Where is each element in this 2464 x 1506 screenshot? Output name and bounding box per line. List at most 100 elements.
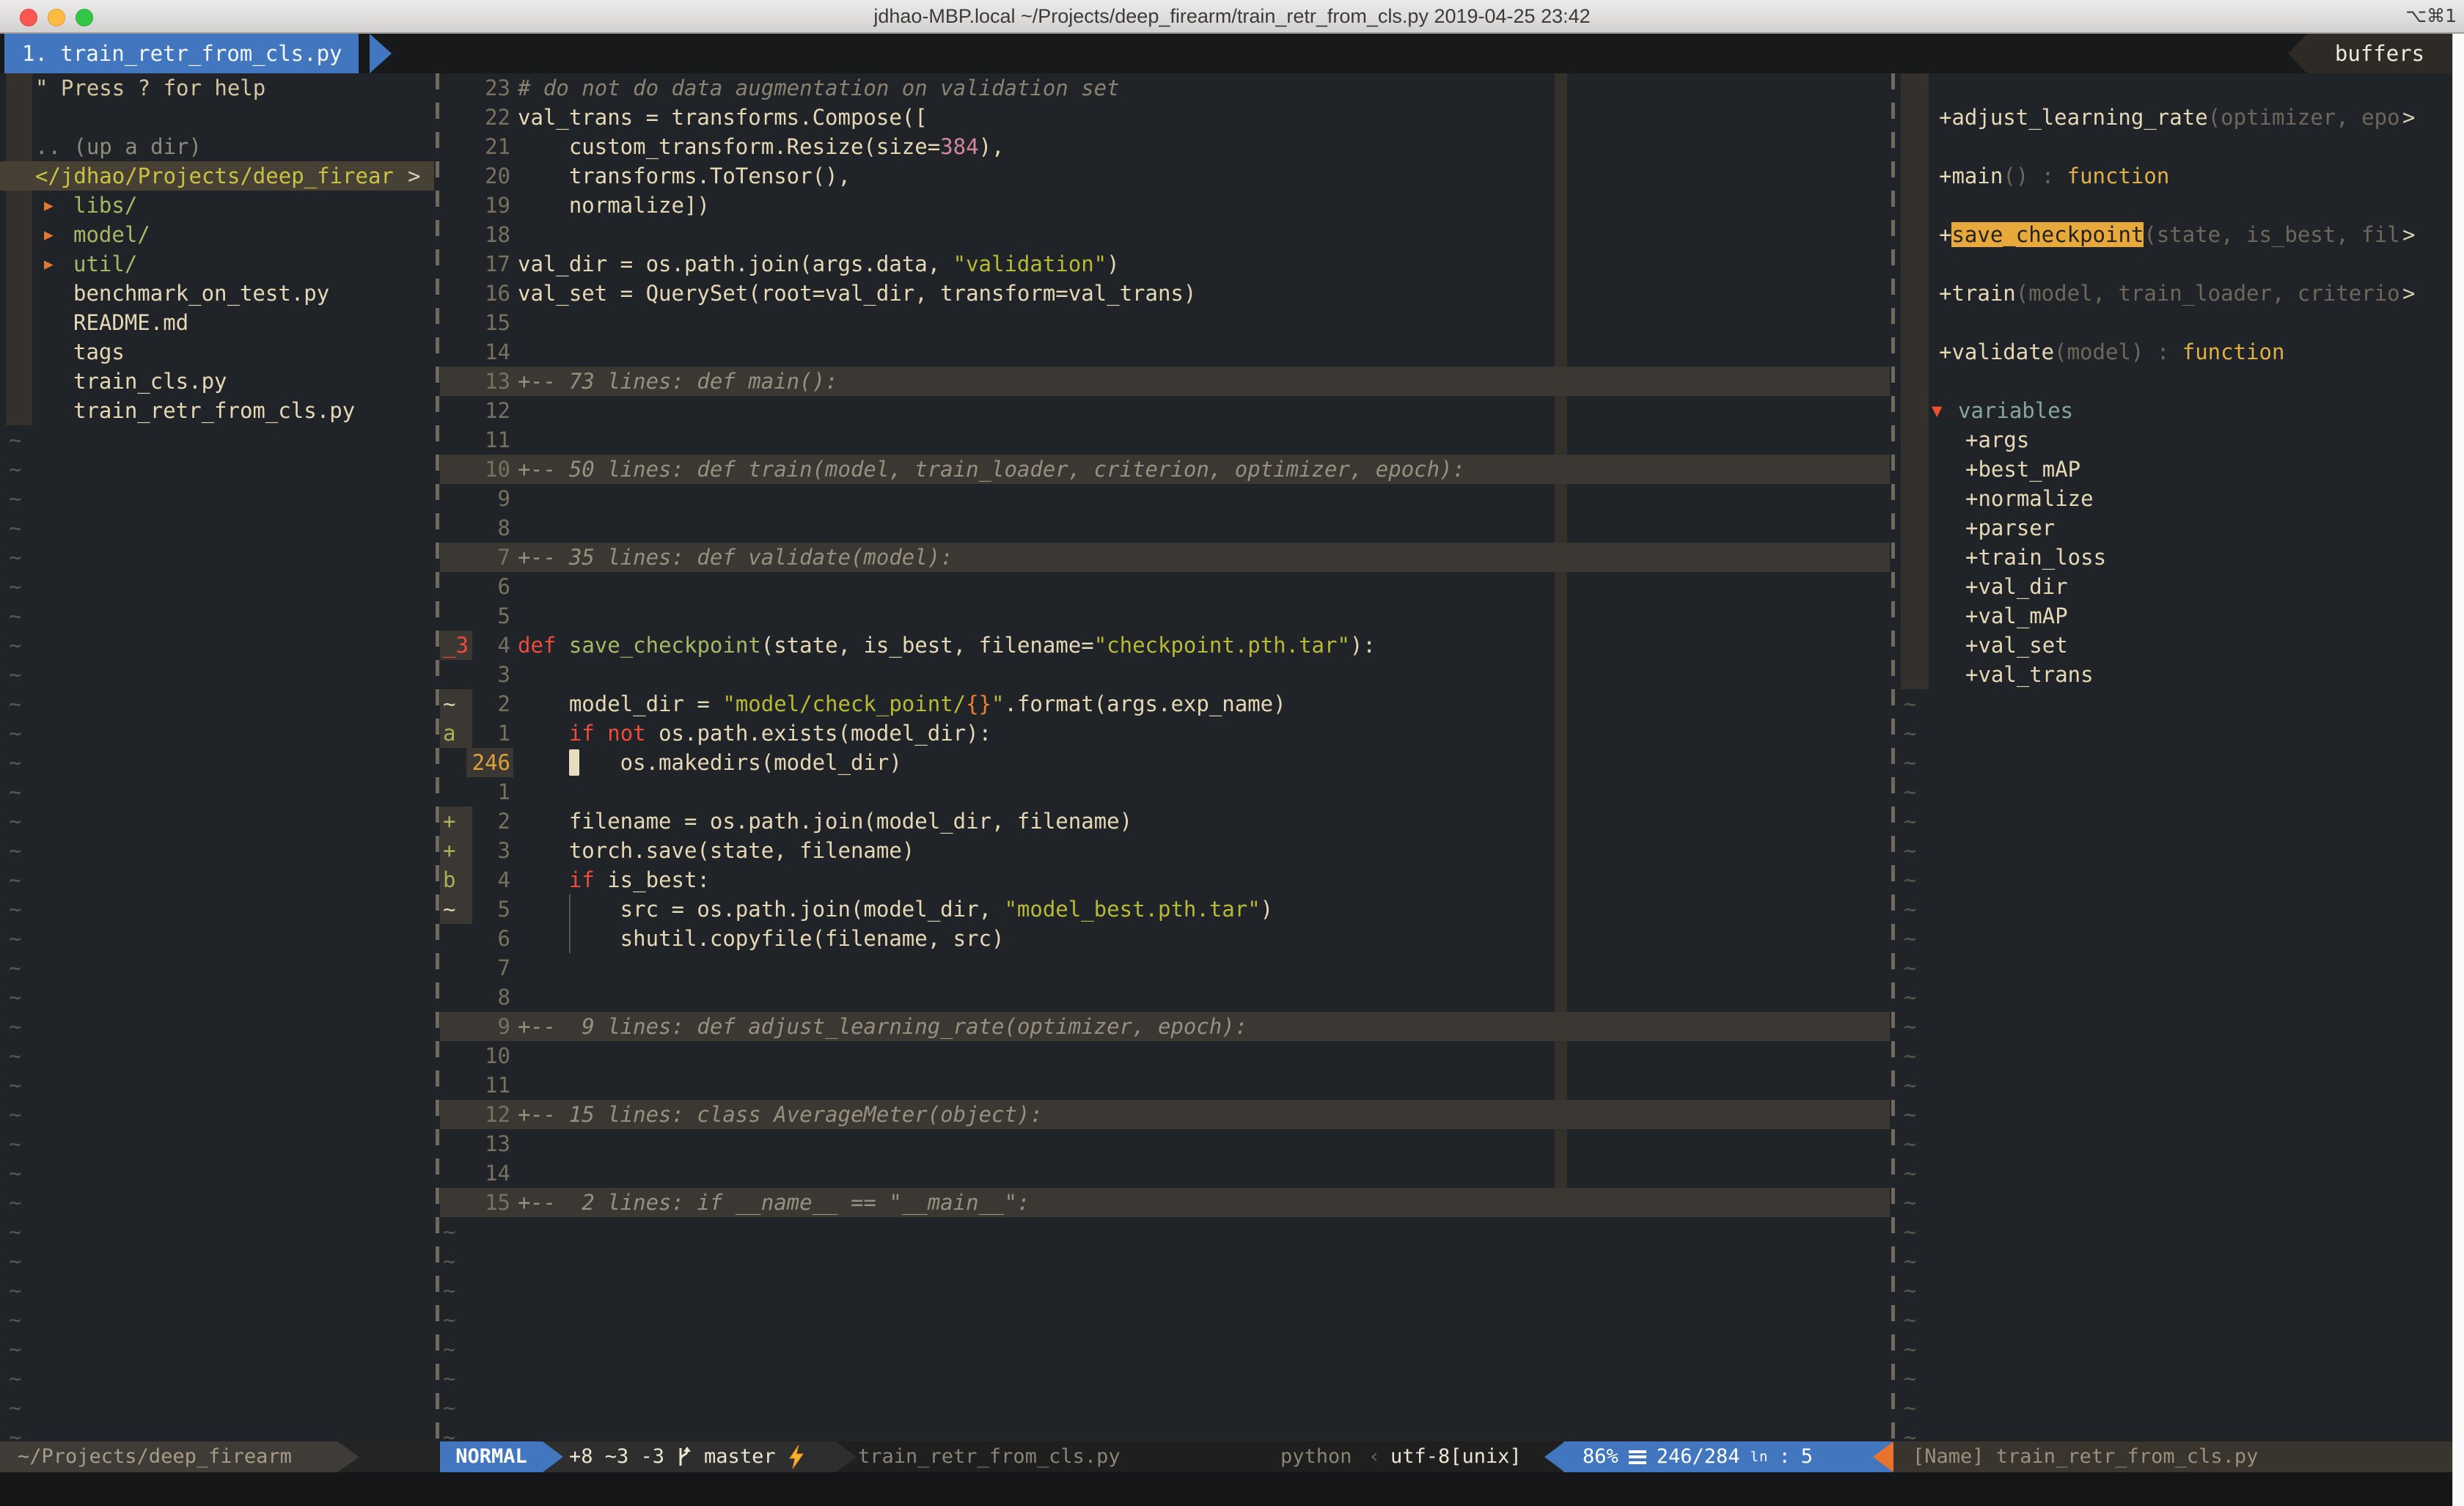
code-line[interactable]: 13 <box>440 1129 1890 1158</box>
code-line[interactable]: a1 if not os.path.exists(model_dir): <box>440 719 1890 748</box>
tagbar-empty-line: ~ <box>1896 895 2452 924</box>
folded-code-line[interactable]: 13+-- 73 lines: def main(): <box>440 367 1890 396</box>
code-line[interactable]: 22val_trans = transforms.Compose([ <box>440 103 1890 132</box>
code-line[interactable]: 23# do not do data augmentation on valid… <box>440 73 1890 103</box>
line-number-glyph: ln <box>1750 1441 1769 1472</box>
truncation-arrow-icon: > <box>2402 220 2415 249</box>
nerdtree-item-benchmark-on-test-py[interactable]: benchmark_on_test.py <box>0 279 434 308</box>
code-line[interactable]: ~2 model_dir = "model/check_point/{}".fo… <box>440 689 1890 719</box>
tab-train-retr-from-cls[interactable]: 1. train_retr_from_cls.py <box>4 34 359 73</box>
fold-open-triangle-icon[interactable]: ▼ <box>1932 396 1942 425</box>
code-line[interactable]: 1 <box>440 777 1890 807</box>
code-line[interactable]: 6 <box>440 572 1890 601</box>
terminal-scrollbar[interactable] <box>2452 34 2464 1506</box>
tag-kind: function <box>2182 339 2285 364</box>
syntax-token: torch.save(state, filename) <box>518 838 914 863</box>
code-line[interactable]: 21 custom_transform.Resize(size=384), <box>440 132 1890 161</box>
folded-code-line[interactable]: 9+-- 9 lines: def adjust_learning_rate(o… <box>440 1012 1890 1041</box>
empty-line-tilde: ~ <box>9 543 21 572</box>
chevron-right-icon[interactable]: ▶ <box>44 249 54 279</box>
code-line[interactable]: ~5 src = os.path.join(model_dir, "model_… <box>440 895 1890 924</box>
chevron-right-icon[interactable]: ▶ <box>44 191 54 220</box>
tag-entry-val_mAP[interactable]: +val_mAP <box>1896 601 2452 631</box>
tag-entry-train[interactable]: +train(model, train_loader, criterio> <box>1896 279 2452 308</box>
code-line[interactable]: 14 <box>440 337 1890 367</box>
nerdtree-item-util[interactable]: ▶util/ <box>0 249 434 279</box>
chevron-right-icon[interactable]: ▶ <box>44 220 54 249</box>
nerdtree-item-train-cls-py[interactable]: train_cls.py <box>0 367 434 396</box>
tag-entry-adjust_learning_rate[interactable]: +adjust_learning_rate(optimizer, epo> <box>1896 103 2452 132</box>
tag-entry-val_dir[interactable]: +val_dir <box>1896 572 2452 601</box>
code-line[interactable]: 5 <box>440 601 1890 631</box>
code-line[interactable]: _34def save_checkpoint(state, is_best, f… <box>440 631 1890 660</box>
code-line[interactable]: 8 <box>440 513 1890 543</box>
code-text: val_dir = os.path.join(args.data, "valid… <box>518 249 1120 279</box>
filetype-indicator: python <box>1280 1441 1352 1472</box>
tag-entry-val_trans[interactable]: +val_trans <box>1896 660 2452 689</box>
encoding-indicator: utf-8[unix] <box>1390 1441 1522 1472</box>
empty-line-tilde: ~ <box>1904 1334 1916 1364</box>
code-line[interactable]: 9 <box>440 484 1890 513</box>
code-line[interactable]: 15 <box>440 308 1890 337</box>
tag-entry-train_loss[interactable]: +train_loss <box>1896 543 2452 572</box>
code-line[interactable]: 8 <box>440 982 1890 1012</box>
vim-command-line[interactable] <box>0 1472 2464 1506</box>
position-segment: 86% 246/284 ln : 5 <box>1563 1441 1892 1472</box>
nerdtree-root-path[interactable]: </jdhao/Projects/deep_firear> <box>0 161 434 191</box>
syntax-token: "model_best.pth.tar" <box>1004 897 1260 922</box>
code-line[interactable]: 20 transforms.ToTensor(), <box>440 161 1890 191</box>
line-number: 4 <box>440 865 510 895</box>
code-editor-window[interactable]: 23# do not do data augmentation on valid… <box>440 73 1890 1441</box>
code-line[interactable]: 18 <box>440 220 1890 249</box>
code-line[interactable]: b4 if is_best: <box>440 865 1890 895</box>
nerdtree-statusline-path: ~/Projects/deep_firearm <box>0 1441 337 1472</box>
folded-code-line[interactable]: 12+-- 15 lines: class AverageMeter(objec… <box>440 1100 1890 1129</box>
code-line[interactable]: 16val_set = QuerySet(root=val_dir, trans… <box>440 279 1890 308</box>
folded-code-line[interactable]: 7+-- 35 lines: def validate(model): <box>440 543 1890 572</box>
tag-kind-separator: : <box>2028 164 2067 188</box>
code-line[interactable]: 11 <box>440 1070 1890 1100</box>
folded-code-line[interactable]: 15+-- 2 lines: if __name__ == "__main__"… <box>440 1188 1890 1217</box>
code-line[interactable]: 3 <box>440 660 1890 689</box>
nerdtree-item-train-retr-from-cls-py[interactable]: train_retr_from_cls.py <box>0 396 434 425</box>
fold-summary-text: +-- 9 lines: def adjust_learning_rate(op… <box>518 1012 1247 1041</box>
nerdtree-item-tags[interactable]: tags <box>0 337 434 367</box>
code-line[interactable]: 11 <box>440 425 1890 455</box>
tag-entry-parser[interactable]: +parser <box>1896 513 2452 543</box>
empty-line-tilde: ~ <box>443 1334 455 1364</box>
tag-entry-main[interactable]: +main() : function <box>1896 161 2452 191</box>
window-separator-left[interactable] <box>436 73 439 1441</box>
tagbar-empty-line: ~ <box>1896 1188 2452 1217</box>
empty-line-tilde: ~ <box>1904 1041 1916 1070</box>
tagbar-section-variables[interactable]: ▼variables <box>1896 396 2452 425</box>
tag-entry-best_mAP[interactable]: +best_mAP <box>1896 455 2452 484</box>
code-line[interactable]: +3 torch.save(state, filename) <box>440 836 1890 865</box>
tag-name: +train_loss <box>1965 543 2106 572</box>
code-line[interactable]: 6 shutil.copyfile(filename, src) <box>440 924 1890 953</box>
code-line[interactable]: 14 <box>440 1158 1890 1188</box>
macos-title-bar: jdhao-MBP.local ~/Projects/deep_firearm/… <box>0 0 2464 34</box>
code-line[interactable]: 19 normalize]) <box>440 191 1890 220</box>
nerdtree-item-libs[interactable]: ▶libs/ <box>0 191 434 220</box>
tag-entry-normalize[interactable]: +normalize <box>1896 484 2452 513</box>
empty-line-tilde: ~ <box>9 748 21 777</box>
nerdtree-up-dir[interactable]: .. (up a dir) <box>0 132 434 161</box>
code-line[interactable]: +2 filename = os.path.join(model_dir, fi… <box>440 807 1890 836</box>
nerdtree-item-README-md[interactable]: README.md <box>0 308 434 337</box>
empty-line-tilde: ~ <box>9 1393 21 1422</box>
tag-entry-validate[interactable]: +validate(model) : function <box>1896 337 2452 367</box>
code-line[interactable]: 17val_dir = os.path.join(args.data, "val… <box>440 249 1890 279</box>
tag-name: +normalize <box>1965 484 2094 513</box>
nerdtree-item-model[interactable]: ▶model/ <box>0 220 434 249</box>
code-line[interactable]: 246 os.makedirs(model_dir) <box>440 748 1890 777</box>
window-separator-right[interactable] <box>1891 73 1895 1441</box>
tag-entry-save_checkpoint[interactable]: +save_checkpoint(state, is_best, fil> <box>1896 220 2452 249</box>
code-line[interactable]: 12 <box>440 396 1890 425</box>
code-line[interactable]: 10 <box>440 1041 1890 1070</box>
nerdtree-empty-line: ~ <box>0 660 434 689</box>
tagbar-empty-line: ~ <box>1896 1334 2452 1364</box>
tag-entry-args[interactable]: +args <box>1896 425 2452 455</box>
folded-code-line[interactable]: 10+-- 50 lines: def train(model, train_l… <box>440 455 1890 484</box>
tag-entry-val_set[interactable]: +val_set <box>1896 631 2452 660</box>
code-line[interactable]: 7 <box>440 953 1890 982</box>
